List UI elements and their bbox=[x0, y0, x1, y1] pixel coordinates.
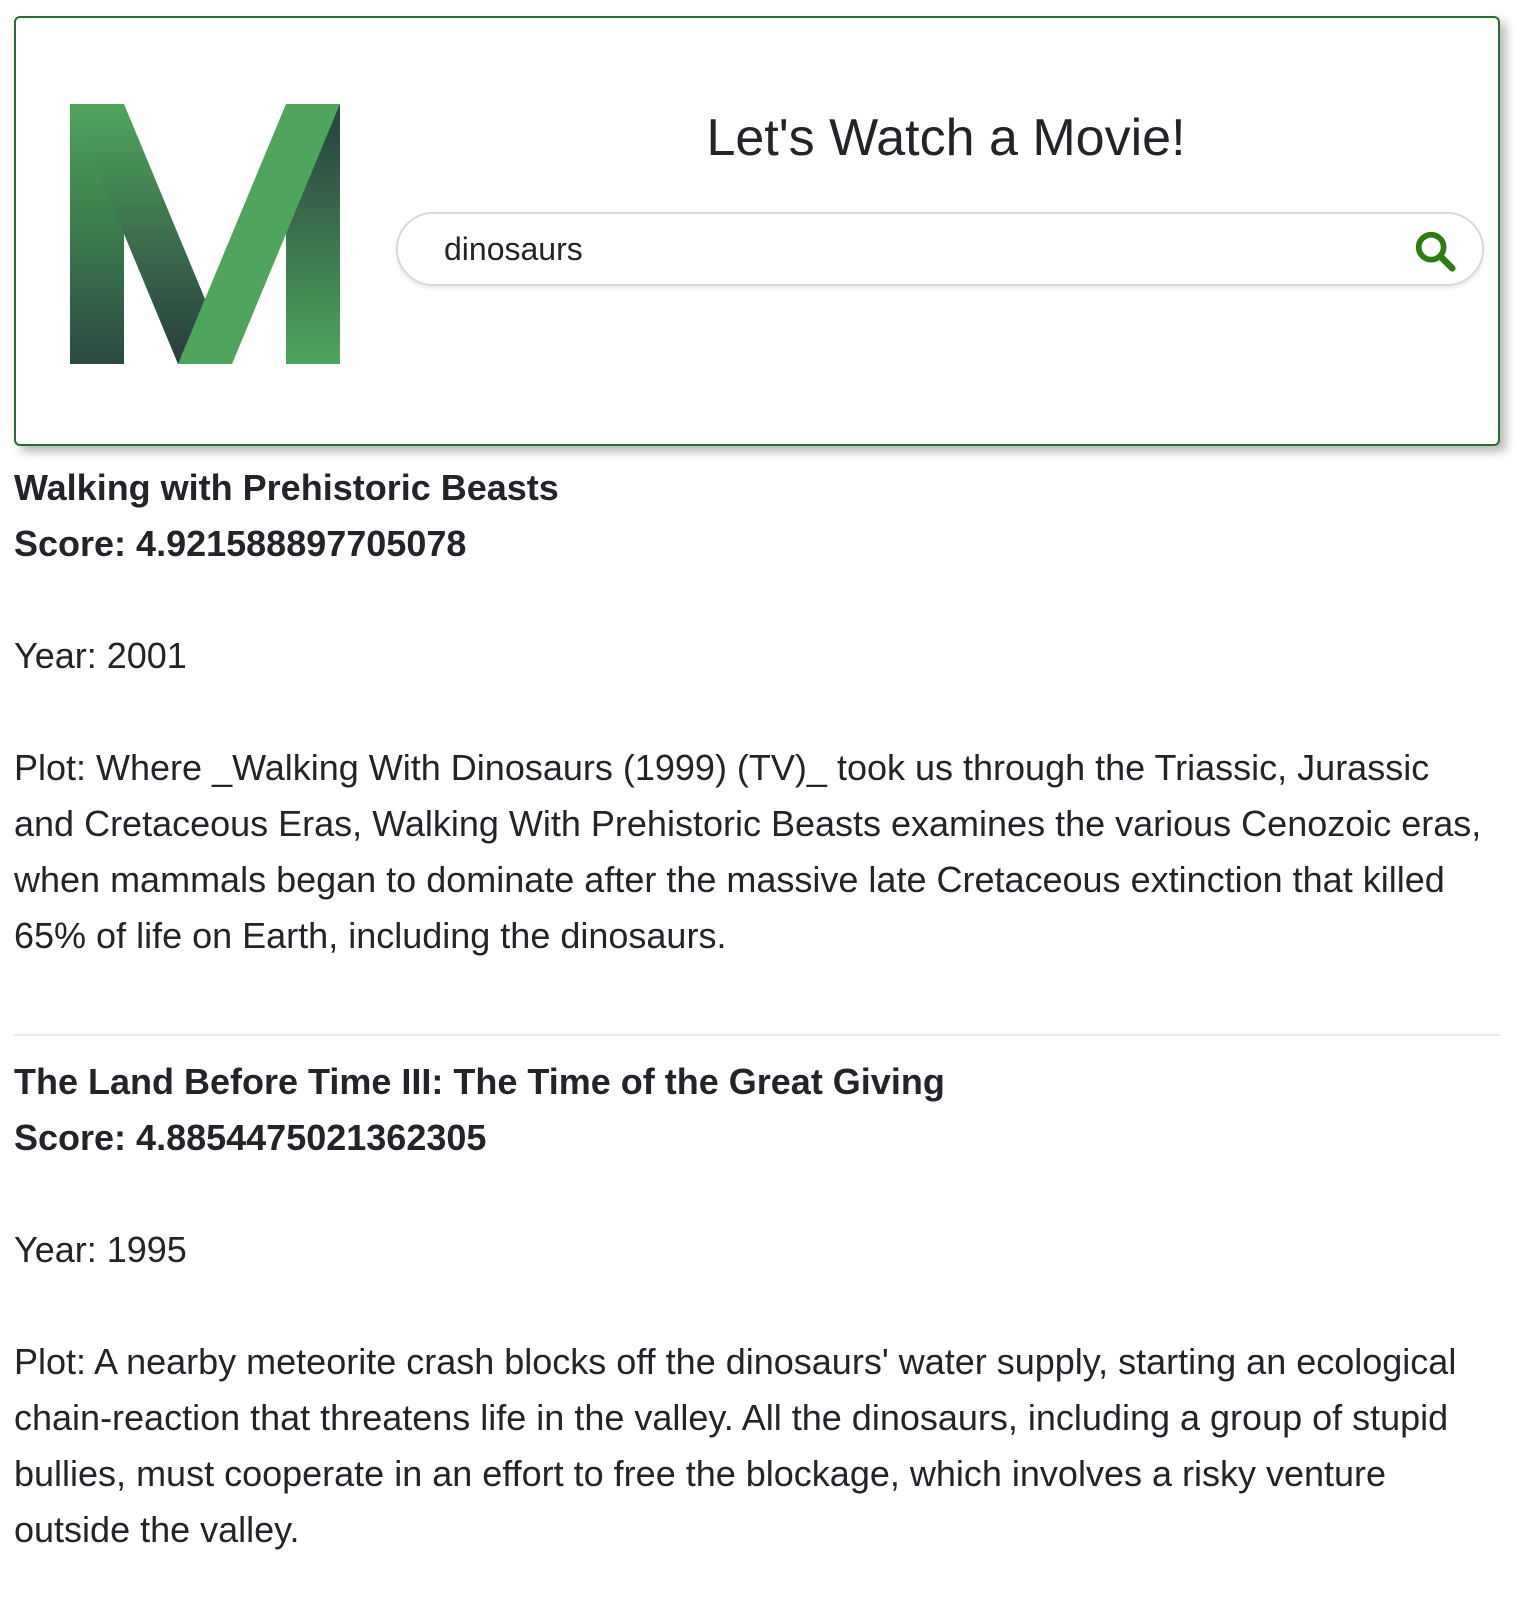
results-list: Walking with Prehistoric Beasts Score: 4… bbox=[14, 460, 1500, 1558]
result-title: Walking with Prehistoric Beasts bbox=[14, 467, 559, 508]
result-item: Walking with Prehistoric Beasts Score: 4… bbox=[14, 460, 1500, 964]
result-item: The Land Before Time III: The Time of th… bbox=[14, 1054, 1500, 1558]
search-button[interactable] bbox=[1408, 224, 1462, 276]
search-icon bbox=[1415, 231, 1456, 272]
logo-m-icon bbox=[70, 104, 340, 364]
search-input[interactable] bbox=[444, 222, 1364, 276]
result-score: Score: 4.921588897705078 bbox=[14, 523, 467, 564]
header-card: Let's Watch a Movie! bbox=[14, 16, 1500, 446]
result-title: The Land Before Time III: The Time of th… bbox=[14, 1061, 945, 1102]
result-divider bbox=[14, 1034, 1500, 1036]
result-year: Year: 2001 bbox=[14, 635, 187, 676]
result-year: Year: 1995 bbox=[14, 1229, 187, 1270]
search-bar bbox=[396, 212, 1484, 286]
page-title: Let's Watch a Movie! bbox=[706, 109, 1186, 167]
result-score: Score: 4.8854475021362305 bbox=[14, 1117, 487, 1158]
result-plot: Plot: A nearby meteorite crash blocks of… bbox=[14, 1341, 1457, 1550]
result-plot: Plot: Where _Walking With Dinosaurs (199… bbox=[14, 747, 1482, 956]
